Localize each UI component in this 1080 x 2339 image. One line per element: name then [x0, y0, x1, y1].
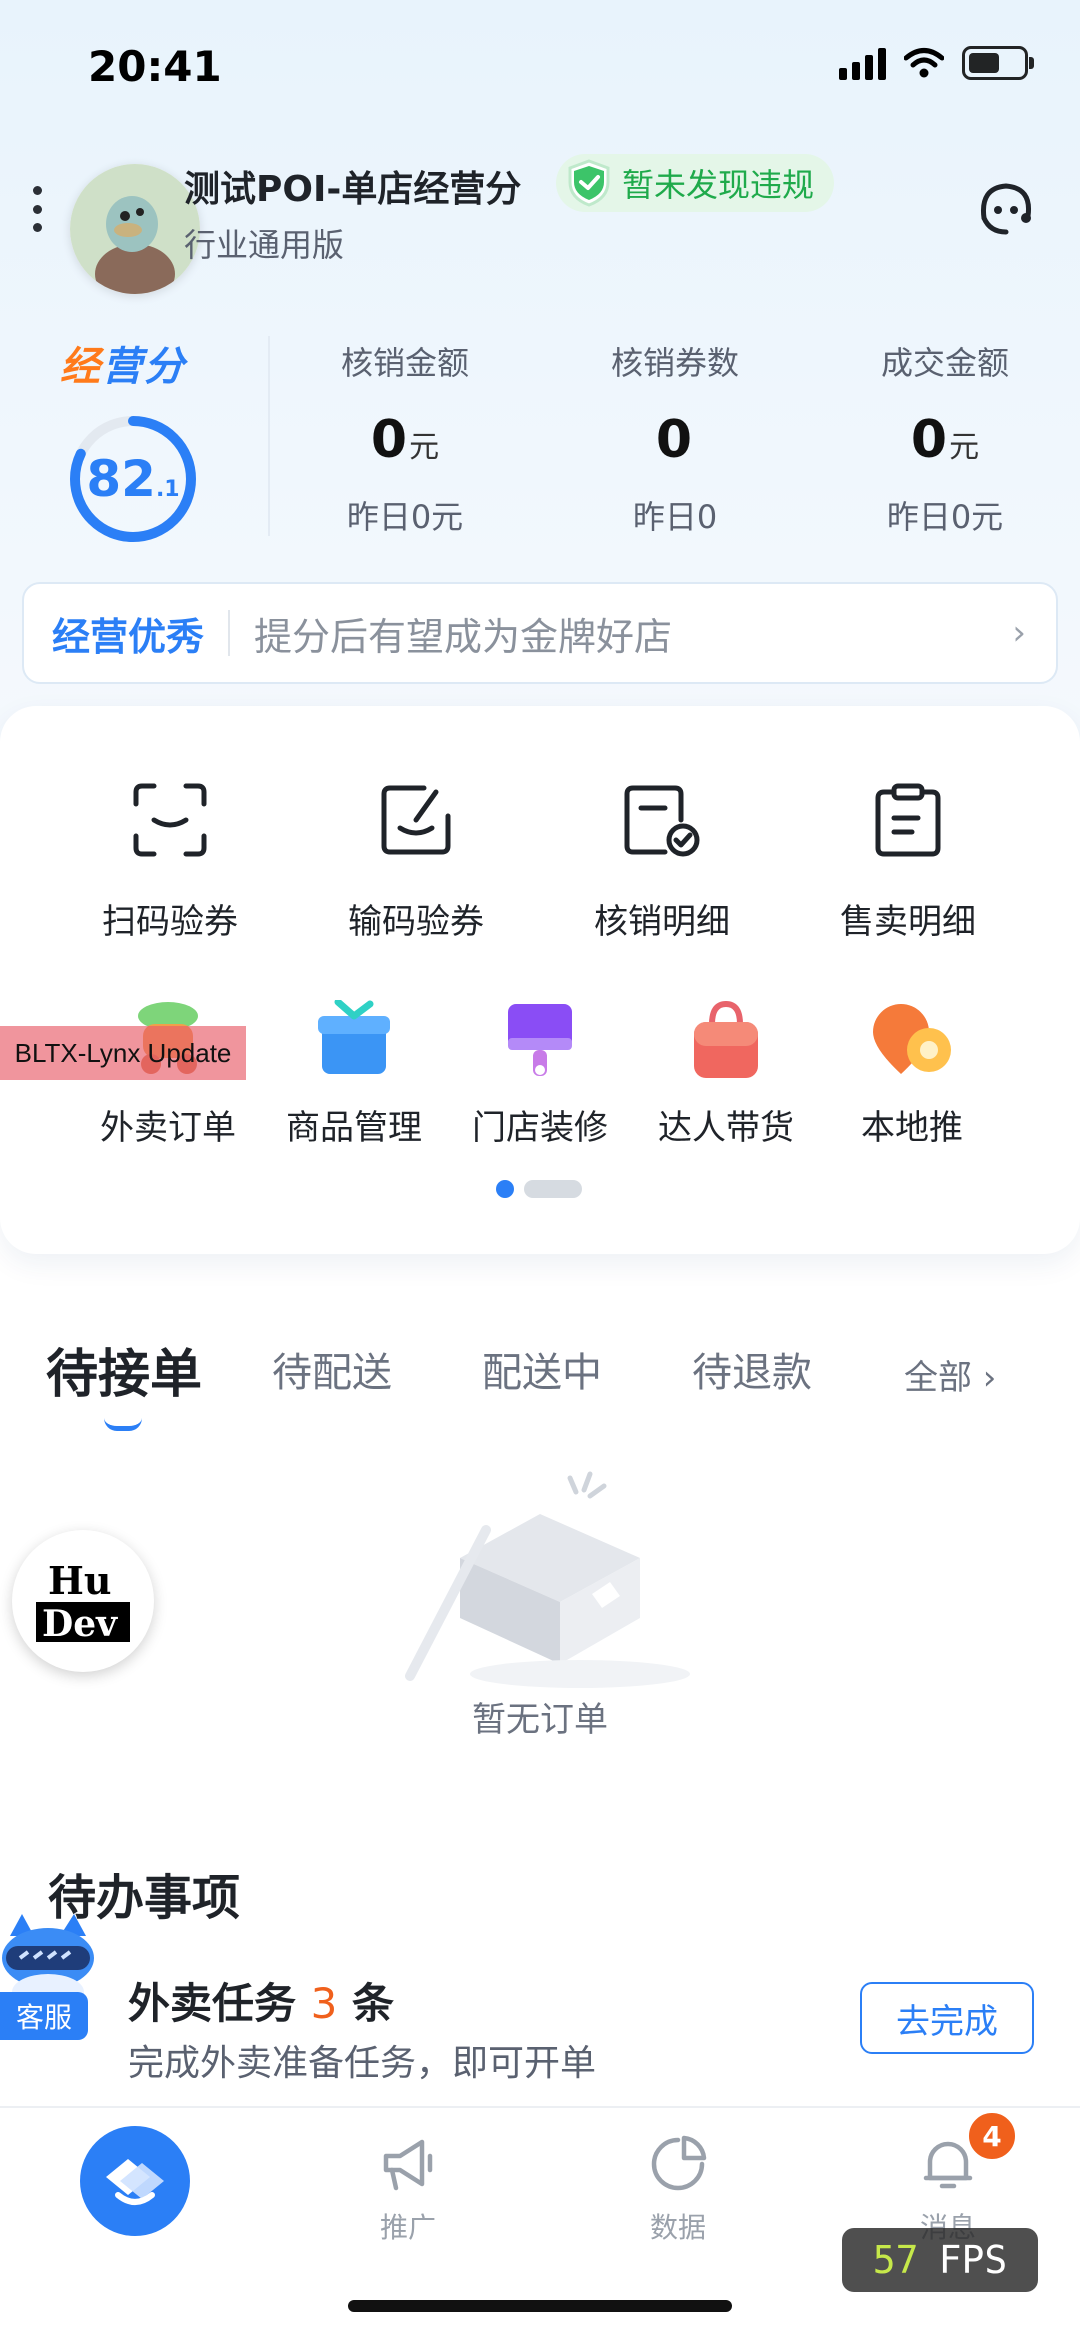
todo-item-prefix: 外卖任务 — [128, 1979, 297, 2028]
tool-label: 本地推 — [861, 1108, 963, 1148]
debug-update-label[interactable]: BLTX-Lynx Update — [0, 1026, 246, 1080]
violation-badge[interactable]: 暂未发现违规 — [556, 154, 835, 212]
stat-unit: 元 — [949, 430, 980, 465]
stat-yesterday: 昨日0元 — [886, 498, 1004, 536]
nav-data[interactable]: 数据 — [608, 2134, 748, 2246]
score-value-integer: 82 — [86, 450, 156, 508]
stat-yesterday: 昨日0 — [632, 498, 718, 536]
todo-item-subtitle: 完成外卖准备任务，即可开单 — [128, 2043, 597, 2084]
verify-detail-icon — [562, 770, 762, 870]
scan-icon — [70, 770, 270, 870]
tab-delivering[interactable]: 配送中 — [482, 1340, 602, 1398]
tool-verify-detail[interactable]: 核销明细 — [562, 770, 762, 943]
nav-label: 数据 — [649, 2211, 706, 2244]
score-level-tip: 提分后有望成为金牌好店 — [254, 614, 673, 659]
tool-label: 商品管理 — [286, 1108, 422, 1148]
tool-store-decoration[interactable]: 门店装修 — [440, 990, 640, 1149]
store-name: 测试POI-单店经营分 — [184, 169, 522, 210]
tab-pending-delivery[interactable]: 待配送 — [272, 1340, 392, 1398]
page-indicator — [496, 1180, 582, 1198]
hudev-debug-button[interactable]: Hu Dev — [12, 1530, 154, 1672]
tab-all[interactable]: 全部 › — [904, 1350, 996, 1399]
todo-item-suffix: 条 — [352, 1979, 395, 2028]
stat-label: 核销券数 — [610, 344, 739, 382]
score-value[interactable]: 82.1 — [66, 412, 200, 546]
tool-influencer-sales[interactable]: 达人带货 — [626, 990, 826, 1149]
empty-box-illustration — [405, 1471, 690, 1688]
nav-home-button[interactable] — [80, 2126, 190, 2236]
stat-verify-count[interactable]: 核销券数 0 昨日0 — [560, 338, 790, 538]
page-dot-active — [496, 1180, 514, 1198]
nav-promotion[interactable]: 推广 — [338, 2134, 478, 2246]
edit-code-icon — [316, 770, 516, 870]
stat-yesterday: 昨日0元 — [346, 498, 464, 536]
stat-value: 0 — [370, 410, 408, 470]
tool-product-management[interactable]: 商品管理 — [254, 990, 454, 1149]
stat-value: 0 — [910, 410, 948, 470]
tool-label: 输码验券 — [348, 902, 484, 942]
tool-scan-coupon[interactable]: 扫码验券 — [70, 770, 270, 943]
more-menu-icon[interactable] — [30, 186, 44, 232]
tool-label: 核销明细 — [594, 902, 730, 942]
nav-label: 推广 — [379, 2211, 436, 2244]
score-logo: 经营分 — [60, 344, 186, 390]
stat-label: 核销金额 — [340, 344, 469, 382]
svg-text:Hu: Hu — [48, 1558, 112, 1603]
tool-sales-detail[interactable]: 售卖明细 — [808, 770, 1008, 943]
tab-active-indicator — [104, 1418, 142, 1431]
sales-detail-icon — [808, 770, 1008, 870]
fps-unit: FPS — [938, 2238, 1008, 2282]
pie-chart-icon — [651, 2135, 707, 2191]
wifi-icon — [904, 48, 944, 78]
paint-roller-icon — [440, 990, 640, 1090]
stat-unit: 元 — [409, 430, 440, 465]
score-divider — [268, 336, 270, 536]
chevron-right-icon: › — [1012, 613, 1026, 653]
status-time: 20:41 — [88, 42, 222, 91]
shield-check-icon — [568, 159, 610, 207]
tool-local-promotion[interactable]: 本地推 — [812, 990, 1012, 1149]
todo-item-count: 3 — [310, 1979, 338, 2028]
fps-counter: 57 FPS — [842, 2228, 1038, 2292]
hudev-logo-icon: Hu Dev — [36, 1558, 130, 1645]
cellular-signal-icon — [839, 46, 886, 80]
tool-label: 外卖订单 — [100, 1108, 236, 1148]
stat-label: 成交金额 — [880, 344, 1009, 382]
shopping-bag-icon — [626, 990, 826, 1090]
message-badge: 4 — [966, 2110, 1018, 2162]
todo-item-title: 外卖任务 3 条 — [128, 1970, 394, 2031]
tab-pending-refund[interactable]: 待退款 — [692, 1340, 812, 1398]
home-indicator — [348, 2300, 732, 2312]
level-separator — [228, 610, 231, 656]
location-pin-icon — [812, 990, 1012, 1090]
tool-label: 售卖明细 — [840, 902, 976, 942]
store-type: 行业通用版 — [184, 226, 345, 264]
status-icons — [839, 46, 1034, 80]
battery-icon — [962, 46, 1034, 80]
kefu-label[interactable]: 客服 — [0, 1992, 88, 2040]
tool-label: 门店装修 — [472, 1108, 608, 1148]
empty-state-text: 暂无订单 — [472, 1700, 608, 1740]
tool-label: 扫码验券 — [102, 902, 238, 942]
score-value-decimal: .1 — [155, 476, 180, 502]
tool-input-coupon[interactable]: 输码验券 — [316, 770, 516, 943]
home-smile-icon — [106, 2159, 164, 2205]
customer-service-icon[interactable] — [976, 180, 1036, 244]
violation-badge-label: 暂未发现违规 — [622, 166, 815, 204]
gift-box-icon — [254, 990, 454, 1090]
stat-verify-amount[interactable]: 核销金额 0元 昨日0元 — [290, 338, 520, 538]
tool-label: 达人带货 — [658, 1108, 794, 1148]
fps-value: 57 — [872, 2238, 919, 2282]
stat-deal-amount[interactable]: 成交金额 0元 昨日0元 — [830, 338, 1060, 538]
stat-value: 0 — [655, 410, 693, 470]
page-dot — [524, 1180, 582, 1198]
megaphone-icon — [383, 2139, 433, 2191]
tab-pending-accept[interactable]: 待接单 — [46, 1332, 202, 1407]
go-complete-button[interactable]: 去完成 — [860, 1982, 1034, 2054]
store-avatar[interactable] — [70, 164, 200, 294]
score-level-bar[interactable]: 经营优秀 提分后有望成为金牌好店 › — [22, 582, 1058, 684]
svg-text:Dev: Dev — [42, 1603, 118, 1645]
score-level-tag: 经营优秀 — [52, 614, 205, 659]
